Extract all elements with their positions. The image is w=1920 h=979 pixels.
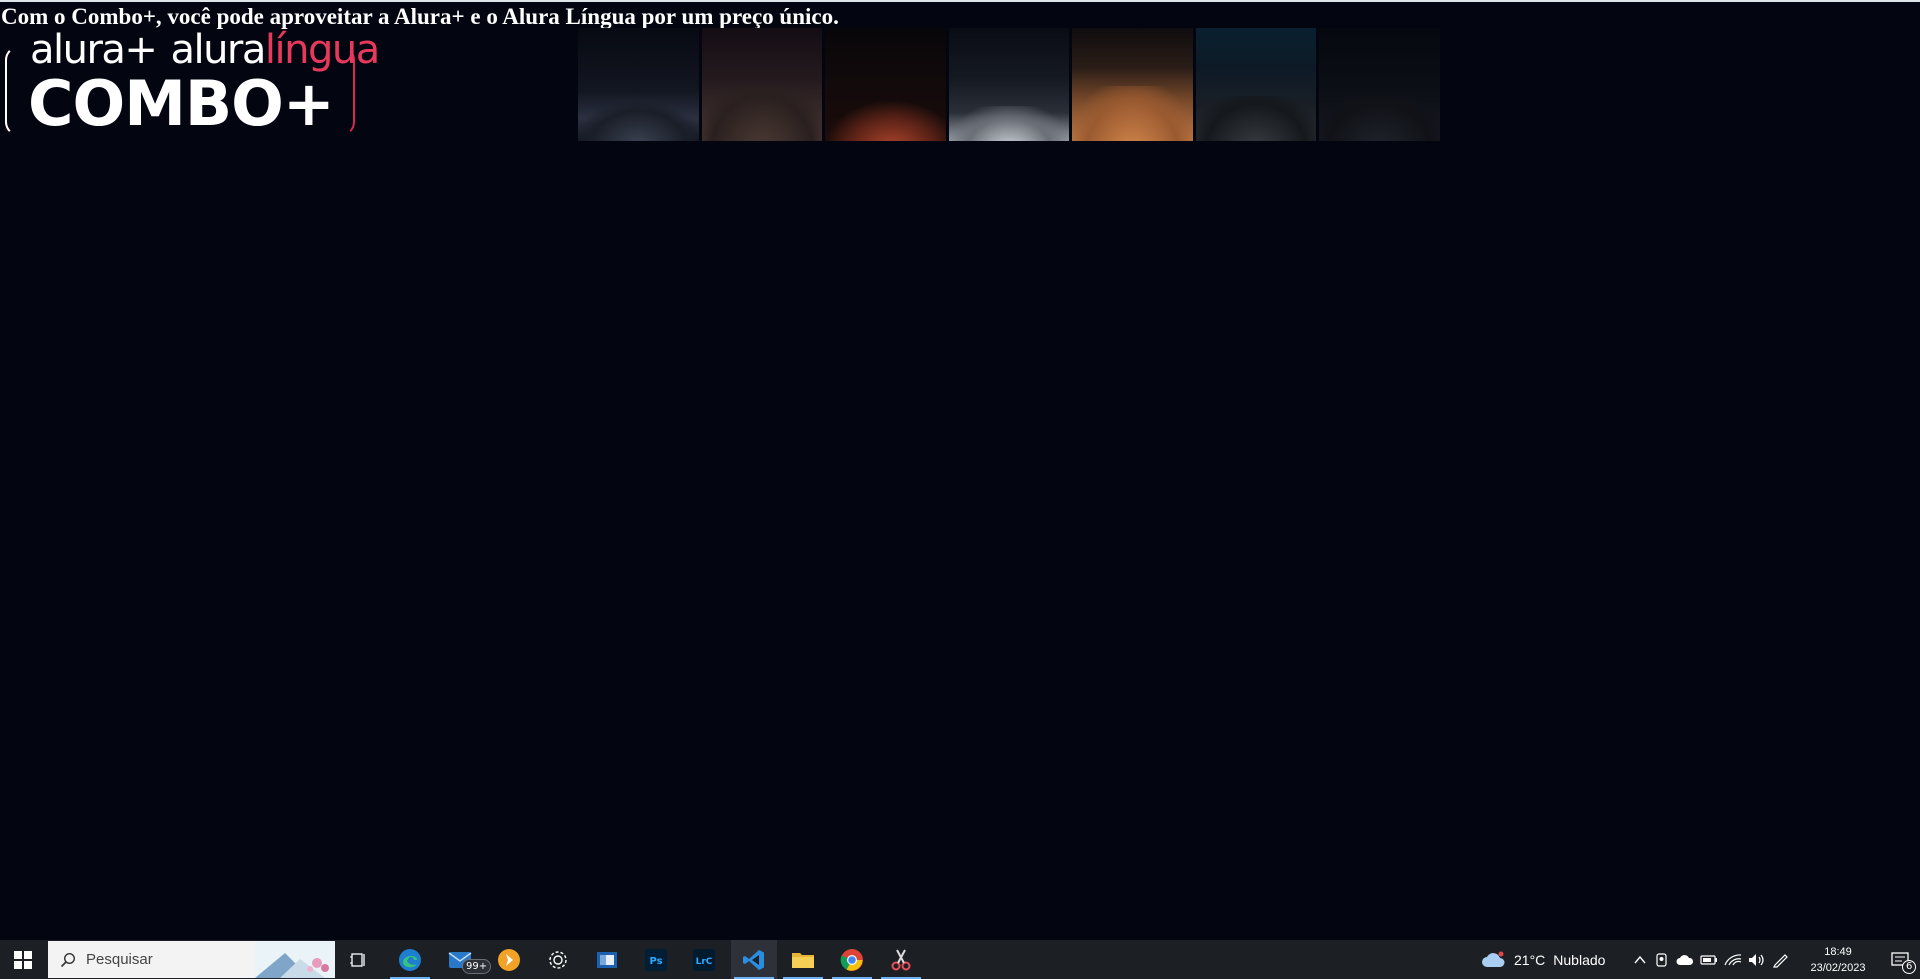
banner-portraits (578, 28, 1441, 141)
portrait-4 (948, 28, 1070, 141)
windows-taskbar: Pesquisar 99+ Ps LrC 21°C Nublado 18:49 … (0, 940, 1920, 979)
volume-icon[interactable] (1748, 953, 1766, 967)
task-view-button[interactable] (336, 940, 382, 979)
logo-brand-line: alura+ aluralíngua (30, 28, 380, 72)
file-explorer-icon (792, 952, 814, 968)
web-page: Com o Combo+, você pode aproveitar a Alu… (0, 0, 1920, 940)
logo-combo-text: COMBO+ (28, 67, 335, 140)
taskbar-lightroom[interactable]: LrC (681, 940, 727, 979)
taskbar-snipping-tool[interactable] (878, 940, 924, 979)
svg-text:Ps: Ps (649, 956, 662, 967)
chevron-up-icon[interactable] (1632, 952, 1648, 968)
start-button[interactable] (0, 940, 46, 979)
weather-condition: Nublado (1553, 951, 1606, 968)
cloud-icon (1482, 951, 1505, 967)
clock-date: 23/02/2023 (1810, 962, 1866, 974)
search-highlight-art (255, 941, 335, 978)
tray-icons (1632, 940, 1790, 979)
meet-icon[interactable] (1654, 952, 1670, 968)
portrait-2 (701, 28, 823, 141)
search-placeholder: Pesquisar (86, 951, 153, 968)
window-top-border (0, 0, 1920, 2)
taskbar-settings[interactable] (535, 940, 581, 979)
vscode-icon (743, 949, 764, 970)
clock[interactable]: 18:49 23/02/2023 (1800, 944, 1876, 976)
lightroom-icon: LrC (693, 948, 715, 971)
combo-plus-logo: alura+ aluralíngua COMBO+ (0, 28, 380, 140)
taskbar-edge[interactable] (387, 940, 433, 979)
notification-count: 6 (1902, 960, 1917, 974)
taskbar-photoshop[interactable]: Ps (633, 940, 679, 979)
news-icon (597, 951, 617, 968)
taskbar-news[interactable] (584, 940, 630, 979)
taskbar-search[interactable]: Pesquisar (48, 941, 335, 978)
taskbar-mail[interactable]: 99+ (437, 940, 492, 979)
portrait-1 (578, 28, 699, 141)
taskbar-file-explorer[interactable] (780, 940, 826, 979)
portrait-5 (1072, 28, 1193, 141)
snipping-tool-icon (891, 949, 911, 970)
edge-icon (399, 948, 421, 971)
battery-icon[interactable] (1700, 953, 1718, 967)
portrait-3 (825, 28, 946, 141)
weather-widget[interactable]: 21°C Nublado (1480, 940, 1605, 979)
onedrive-icon[interactable] (1676, 953, 1694, 967)
taskbar-chrome[interactable] (829, 940, 875, 979)
svg-text:LrC: LrC (696, 957, 713, 967)
pen-icon[interactable] (1772, 952, 1790, 968)
photoshop-icon: Ps (645, 948, 667, 971)
taskbar-plex[interactable] (486, 940, 532, 979)
weather-temp: 21°C (1514, 951, 1546, 968)
task-view-icon (350, 952, 365, 967)
clock-time: 18:49 (1824, 946, 1852, 958)
windows-icon (14, 950, 32, 969)
portrait-7 (1319, 28, 1441, 141)
chrome-icon (840, 948, 863, 971)
search-icon (60, 952, 76, 967)
portrait-6 (1195, 28, 1317, 141)
wifi-icon[interactable] (1724, 953, 1742, 967)
notification-center[interactable]: 6 (1880, 940, 1920, 979)
settings-icon (549, 950, 567, 969)
plex-icon (498, 948, 520, 971)
taskbar-vscode[interactable] (731, 940, 777, 979)
